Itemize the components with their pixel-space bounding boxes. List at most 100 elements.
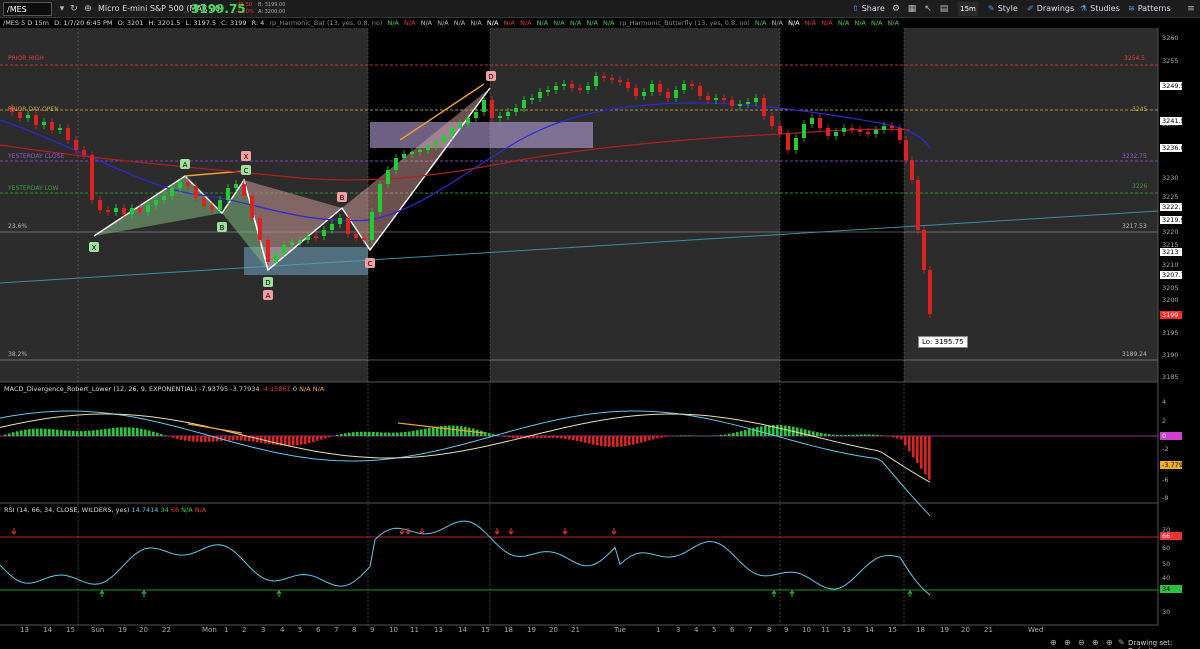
candle — [234, 184, 238, 188]
macd-histogram-bar — [156, 432, 159, 436]
chevron-down-icon[interactable]: ▾ — [56, 3, 68, 15]
pattern-point-label: C — [244, 167, 249, 175]
price-tick: 3195 — [1162, 329, 1179, 337]
macd-histogram-bar — [604, 436, 607, 447]
fit-icon[interactable]: ⊕ — [1092, 638, 1099, 647]
macd-zero-badge: 0 — [1160, 432, 1182, 440]
zoom-in-icon[interactable]: ⊕ — [1064, 638, 1071, 647]
candle — [354, 234, 358, 238]
cursor-icon[interactable]: ↖ — [922, 3, 934, 15]
pencil-icon[interactable]: ✎ — [1118, 638, 1125, 647]
macd-histogram-bar — [548, 436, 551, 438]
drawings-label: Drawings — [1036, 4, 1075, 13]
macd-histogram-bar — [552, 436, 555, 438]
macd-histogram-bar — [288, 436, 291, 446]
studies-button[interactable]: ⚗ Studies — [1080, 2, 1120, 16]
rsi-tick: 50 — [1162, 560, 1171, 568]
session-shade — [490, 28, 780, 382]
macd-histogram-bar — [296, 436, 299, 446]
macd-histogram-bar — [456, 425, 459, 436]
macd-histogram-bar — [108, 428, 111, 436]
prior-day-open-label: PRIOR DAY OPEN — [8, 106, 59, 113]
macd-histogram-bar — [112, 427, 115, 436]
macd-histogram-bar — [200, 436, 203, 442]
macd-histogram-bar — [728, 433, 731, 436]
settings-gear-icon[interactable]: ⚙ — [890, 3, 902, 15]
macd-histogram-bar — [860, 434, 863, 436]
candle — [106, 210, 110, 212]
symbol-input[interactable]: /MES — [3, 2, 52, 16]
macd-histogram-bar — [96, 429, 99, 436]
macd-histogram-bar — [616, 436, 619, 447]
candle — [818, 118, 822, 128]
link-icon[interactable]: ⊕ — [82, 3, 94, 15]
macd-histogram-bar — [592, 436, 595, 445]
style-button[interactable]: ✎ Style — [988, 2, 1018, 16]
macd-histogram-bar — [76, 431, 79, 436]
candle — [194, 186, 198, 198]
macd-title[interactable]: MACD_Divergence_Robert_Lower (12, 26, 9,… — [4, 385, 197, 393]
price-chart[interactable]: XABCDXCADB — [0, 18, 1200, 649]
candle — [346, 218, 350, 234]
patterns-button[interactable]: ≋ Patterns — [1128, 2, 1171, 16]
share-button[interactable]: ⇧ Share — [852, 2, 885, 16]
candle — [418, 150, 422, 152]
macd-histogram-bar — [384, 432, 387, 436]
macd-histogram-bar — [372, 431, 375, 436]
study-bat-label[interactable]: rp_Harmonic_Bat (13, yes, 0.8, no) — [269, 19, 382, 27]
candle — [610, 78, 614, 80]
candle — [770, 116, 774, 126]
macd-histogram-bar — [744, 430, 747, 436]
time-axis-label: 1 — [656, 626, 661, 634]
macd-histogram-bar — [28, 429, 31, 436]
price-change: -35.50 — [236, 2, 253, 8]
pattern-point-label: D — [265, 279, 270, 287]
macd-histogram-bar — [136, 428, 139, 436]
study-butterfly-label[interactable]: rp_Harmonic_Butterfly (13, yes, 0.8, no) — [620, 19, 750, 27]
zoom-out-icon[interactable]: ⊖ — [1078, 638, 1085, 647]
macd-histogram-bar — [560, 436, 563, 439]
yesterday-low-label: YESTERDAY LOW — [8, 185, 59, 192]
macd-histogram-bar — [452, 425, 455, 436]
candle — [794, 138, 798, 150]
candle — [562, 84, 566, 86]
macd-histogram-bar — [340, 434, 343, 436]
candle — [362, 238, 366, 240]
macd-title-row: MACD_Divergence_Robert_Lower (12, 26, 9,… — [4, 385, 324, 393]
candle — [834, 132, 838, 136]
prior-high-label: PRIOR HIGH — [8, 55, 44, 62]
macd-value-4: 0 — [292, 385, 298, 393]
macd-histogram-bar — [272, 436, 275, 445]
candle — [674, 90, 678, 98]
time-axis-label: 20 — [961, 626, 970, 634]
status-bar: ⊕ ⊕ ⊖ ⊕ ⊕ ✎ Drawing set: Default — [1040, 637, 1200, 649]
time-axis-label: 4 — [694, 626, 699, 634]
candle — [242, 184, 246, 196]
rsi-sell-arrow — [494, 528, 500, 535]
macd-histogram-bar — [252, 436, 255, 442]
macd-histogram-bar — [896, 436, 899, 439]
rsi-title[interactable]: RSI (14, 66, 34, CLOSE, WILDERS, yes) — [4, 506, 129, 514]
refresh-icon[interactable]: ↻ — [68, 3, 80, 15]
macd-histogram-bar — [568, 436, 571, 440]
timeframe-button[interactable]: 15m — [958, 2, 978, 16]
calendar-icon[interactable]: ▤ — [938, 3, 950, 15]
time-axis-label: 4 — [280, 626, 285, 634]
macd-histogram-bar — [104, 428, 107, 436]
menu-icon[interactable]: ≡ — [1185, 3, 1197, 15]
candle — [602, 76, 606, 78]
macd-histogram-bar — [132, 427, 135, 436]
macd-histogram-bar — [236, 436, 239, 441]
macd-histogram-bar — [216, 436, 219, 442]
level-3217-label: 3217.53 — [1122, 223, 1147, 230]
layout-icon[interactable]: ▦ — [906, 3, 918, 15]
drawing-set-label[interactable]: Drawing set: Default — [1128, 639, 1200, 649]
time-axis-label: 6 — [316, 626, 321, 634]
drawings-button[interactable]: ✐ Drawings — [1027, 2, 1074, 16]
macd-histogram-bar — [344, 433, 347, 436]
candle — [154, 200, 158, 205]
macd-histogram-bar — [920, 436, 923, 469]
scroll-left-icon[interactable]: ⊕ — [1050, 638, 1057, 647]
crosshair-icon[interactable]: ⊕ — [1106, 638, 1113, 647]
chart-header: /MES 5 D 15m — [3, 19, 49, 27]
